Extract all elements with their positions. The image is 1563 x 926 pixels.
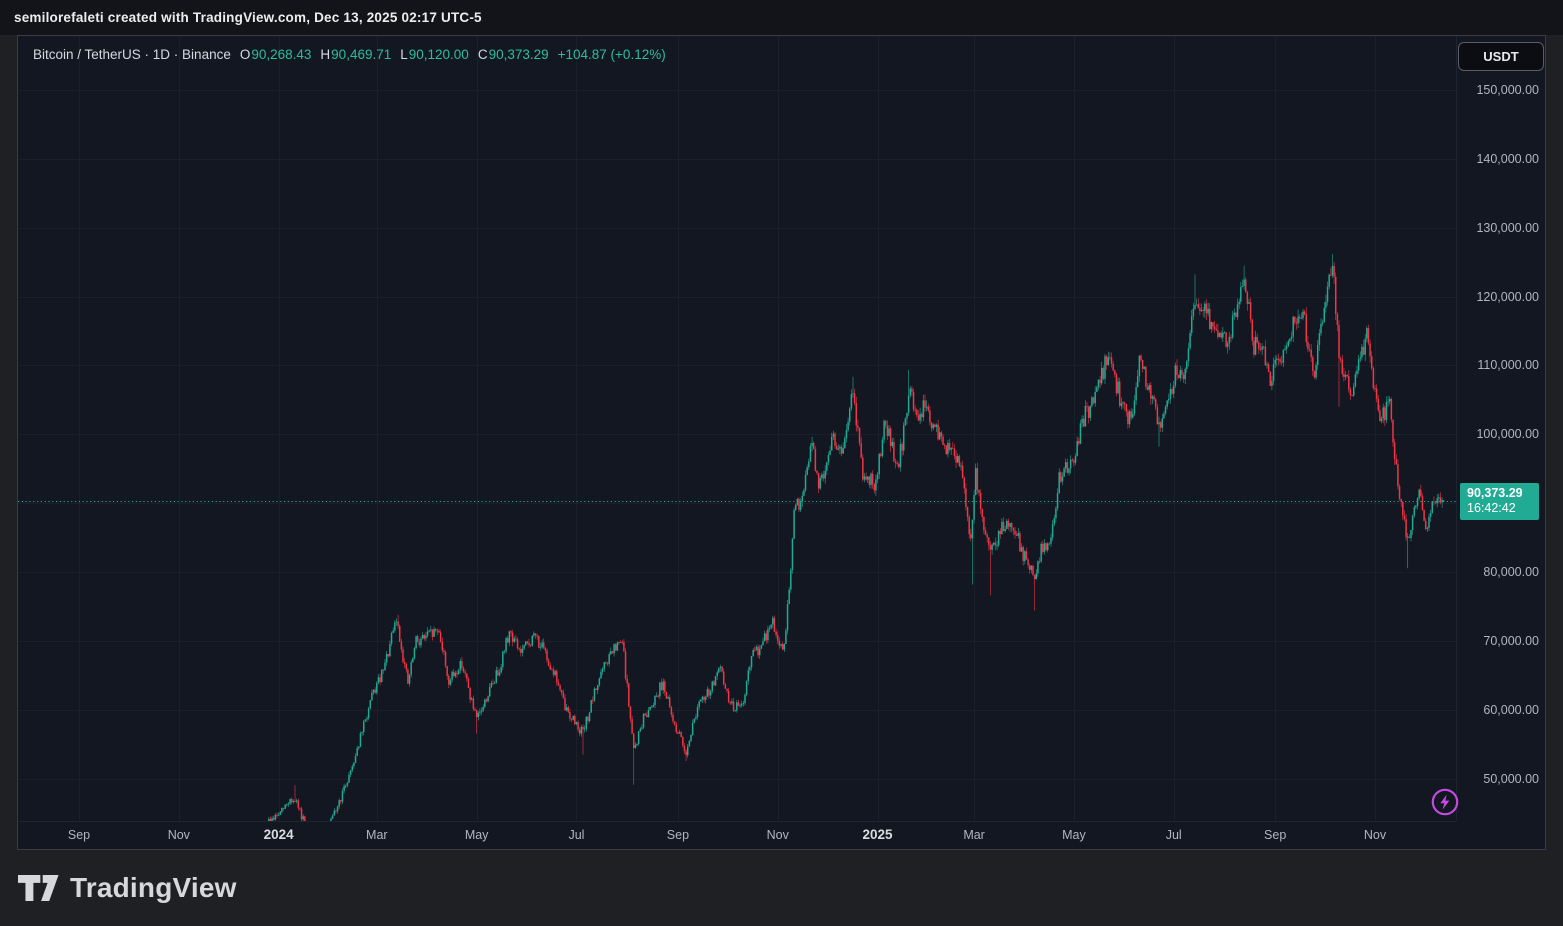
time-tick-label: 2024 [264,827,294,842]
price-tick-label: 60,000.00 [1483,702,1539,718]
ohlc-item: C90,373.29 [478,47,549,62]
price-tick-label: 70,000.00 [1483,633,1539,649]
chart-widget: Bitcoin / TetherUS · 1D · Binance O90,26… [17,35,1546,850]
time-tick-label: Jul [1166,828,1182,842]
time-tick-label: 2025 [863,827,893,842]
ohlc-item: O90,268.43 [240,47,312,62]
price-tick-label: 120,000.00 [1476,289,1539,305]
time-tick-label: Sep [667,828,689,842]
price-tick-label: 130,000.00 [1476,220,1539,236]
price-axis[interactable]: USDT 90,373.29 16:42:42 150,000.00 140,00… [1456,36,1546,821]
footer-brand[interactable]: TradingView [18,860,237,916]
time-axis[interactable]: Sep Nov 2024 Mar May Jul Sep Nov 2025 Mar May Jul Se… [18,821,1456,850]
symbol-title[interactable]: Bitcoin / TetherUS · 1D · Binance [33,47,231,62]
tradingview-wordmark: TradingView [70,872,237,904]
price-tick-label: 110,000.00 [1477,357,1539,373]
attribution-bar: semilorefaleti created with TradingView.… [0,0,1563,35]
change-value: +104.87 (+0.12%) [558,47,666,62]
time-tick-label: Nov [168,828,190,842]
candlestick-chart[interactable] [18,36,1456,821]
time-tick-label: Nov [767,828,789,842]
time-tick-label: May [465,828,489,842]
price-tick-label: 100,000.00 [1476,426,1539,442]
bar-countdown: 16:42:42 [1467,501,1539,517]
tradingview-logo-icon [18,873,59,903]
time-tick-label: Sep [1264,828,1286,842]
price-tick-label: 80,000.00 [1483,564,1539,580]
price-tick-label: 150,000.00 [1476,82,1539,98]
time-tick-label: Jul [568,828,584,842]
time-tick-label: Sep [68,828,90,842]
time-tick-label: Mar [366,828,388,842]
time-tick-label: Mar [963,828,985,842]
currency-toggle-button[interactable]: USDT [1458,42,1544,71]
chart-legend: Bitcoin / TetherUS · 1D · Binance O90,26… [33,47,666,62]
attribution-text: semilorefaleti created with TradingView.… [14,10,482,25]
ohlc-item: L90,120.00 [400,47,469,62]
last-price-label: 90,373.29 16:42:42 [1460,483,1539,520]
ohlc-values: O90,268.43 H90,469.71 L90,120.00 C90,373… [240,47,549,62]
price-tick-label: 50,000.00 [1483,771,1539,787]
ohlc-item: H90,469.71 [320,47,391,62]
boost-lightning-icon[interactable] [1430,787,1460,817]
last-price-value: 90,373.29 [1467,486,1539,502]
time-tick-label: May [1062,828,1086,842]
time-tick-label: Nov [1364,828,1386,842]
price-tick-label: 140,000.00 [1476,151,1539,167]
